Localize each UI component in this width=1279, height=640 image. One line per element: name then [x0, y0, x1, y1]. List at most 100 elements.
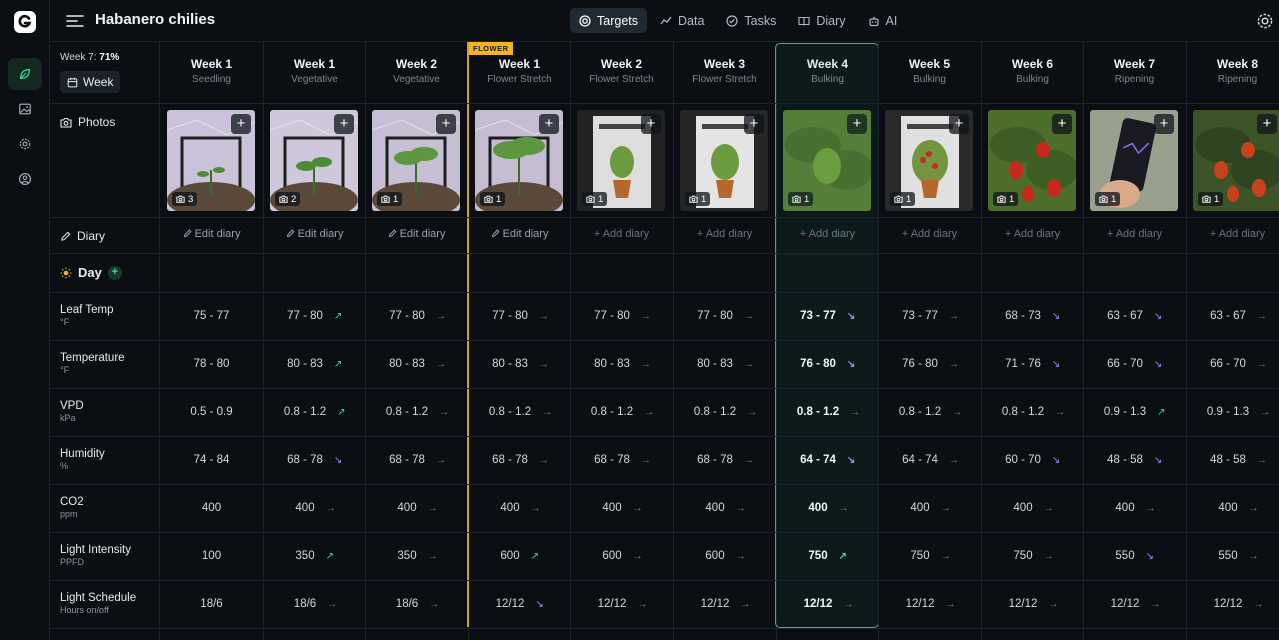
target-cell[interactable]: 0.8 - 1.2 →: [673, 388, 776, 436]
week-photo[interactable]: +1: [680, 110, 768, 211]
add-diary-button[interactable]: + Add diary: [570, 228, 673, 240]
target-cell[interactable]: 74 - 84: [160, 436, 263, 484]
target-cell[interactable]: 600 ↗: [468, 532, 571, 580]
add-photo-button[interactable]: +: [436, 114, 456, 134]
edit-diary-button[interactable]: Edit diary: [468, 228, 571, 240]
tab-tasks[interactable]: Tasks: [717, 8, 785, 33]
add-diary-button[interactable]: + Add diary: [673, 228, 776, 240]
week-header[interactable]: Week 1 Seedling: [160, 57, 263, 85]
target-cell[interactable]: 64 - 74 →: [878, 436, 981, 484]
target-cell[interactable]: 12/12 ↘: [468, 580, 571, 628]
target-cell[interactable]: 68 - 73 ↘: [981, 292, 1084, 340]
add-photo-button[interactable]: +: [1154, 114, 1174, 134]
rail-plants-button[interactable]: [8, 58, 42, 90]
target-cell[interactable]: 68 - 78 ↘: [263, 436, 366, 484]
target-cell[interactable]: 400 →: [1186, 484, 1279, 532]
week-photo[interactable]: +1: [1090, 110, 1178, 211]
week-header[interactable]: Week 7 Ripening: [1083, 57, 1186, 85]
target-cell[interactable]: 12/12 →: [1186, 580, 1279, 628]
week-view-button[interactable]: Week: [60, 71, 121, 93]
target-cell[interactable]: 80 - 83 →: [468, 340, 571, 388]
add-diary-button[interactable]: + Add diary: [878, 228, 981, 240]
week-photo[interactable]: +1: [988, 110, 1076, 211]
target-cell[interactable]: 77 - 80 →: [673, 292, 776, 340]
target-cell[interactable]: 80 - 83 ↗: [263, 340, 366, 388]
tab-targets[interactable]: Targets: [570, 8, 647, 33]
target-cell[interactable]: 78 - 80: [160, 340, 263, 388]
rail-profile-button[interactable]: [8, 163, 42, 195]
target-cell[interactable]: 60 - 70 ↘: [981, 436, 1084, 484]
target-cell[interactable]: 400 →: [263, 484, 366, 532]
target-cell[interactable]: 12/12 →: [570, 580, 673, 628]
add-photo-button[interactable]: +: [641, 114, 661, 134]
target-cell[interactable]: 68 - 78 →: [365, 436, 468, 484]
target-cell[interactable]: 0.8 - 1.2 →: [468, 388, 571, 436]
target-cell[interactable]: 48 - 58 →: [1186, 436, 1279, 484]
edit-diary-button[interactable]: Edit diary: [365, 228, 468, 240]
edit-diary-button[interactable]: Edit diary: [160, 228, 263, 240]
target-cell[interactable]: 0.8 - 1.2 →: [365, 388, 468, 436]
target-cell[interactable]: 0.8 - 1.2 →: [981, 388, 1084, 436]
target-cell[interactable]: 75 - 77: [160, 292, 263, 340]
target-cell[interactable]: 350 ↗: [263, 532, 366, 580]
target-cell[interactable]: 750 →: [878, 532, 981, 580]
week-photo[interactable]: +1: [475, 110, 563, 211]
target-cell[interactable]: 68 - 78 →: [468, 436, 571, 484]
target-cell[interactable]: 0.9 - 1.3 ↗: [1083, 388, 1186, 436]
rail-settings-button[interactable]: [8, 128, 42, 160]
target-cell[interactable]: 80 - 83 →: [570, 340, 673, 388]
rail-gallery-button[interactable]: [8, 93, 42, 125]
target-cell[interactable]: 68 - 78 →: [570, 436, 673, 484]
week-header[interactable]: Week 6 Bulking: [981, 57, 1084, 85]
add-diary-button[interactable]: + Add diary: [981, 228, 1084, 240]
target-cell[interactable]: 400: [160, 484, 263, 532]
add-diary-button[interactable]: + Add diary: [1186, 228, 1279, 240]
target-cell[interactable]: 77 - 80 →: [468, 292, 571, 340]
target-cell[interactable]: 66 - 70 →: [1186, 340, 1279, 388]
target-cell[interactable]: 0.8 - 1.2 →: [570, 388, 673, 436]
week-header[interactable]: Week 5 Bulking: [878, 57, 981, 85]
target-cell[interactable]: 12/12 →: [878, 580, 981, 628]
week-header[interactable]: Week 1 Flower Stretch: [468, 57, 571, 85]
target-cell[interactable]: 80 - 83 →: [673, 340, 776, 388]
week-photo[interactable]: +1: [577, 110, 665, 211]
edit-diary-button[interactable]: Edit diary: [263, 228, 366, 240]
target-cell[interactable]: 400 →: [1083, 484, 1186, 532]
target-cell[interactable]: 12/12 →: [673, 580, 776, 628]
target-cell[interactable]: 18/6 →: [263, 580, 366, 628]
week-photo[interactable]: +1: [885, 110, 973, 211]
target-cell[interactable]: 63 - 67 ↘: [1083, 292, 1186, 340]
target-cell[interactable]: 77 - 80 ↗: [263, 292, 366, 340]
target-cell[interactable]: 400 →: [365, 484, 468, 532]
target-cell[interactable]: 73 - 77 →: [878, 292, 981, 340]
target-cell[interactable]: 0.9 - 1.3 →: [1186, 388, 1279, 436]
week-header[interactable]: Week 2 Vegetative: [365, 57, 468, 85]
week-header[interactable]: Week 3 Flower Stretch: [673, 57, 776, 85]
add-photo-button[interactable]: +: [1257, 114, 1277, 134]
target-cell[interactable]: 400 →: [468, 484, 571, 532]
target-cell[interactable]: 0.5 - 0.9: [160, 388, 263, 436]
target-cell[interactable]: 400 →: [878, 484, 981, 532]
add-photo-button[interactable]: +: [231, 114, 251, 134]
target-cell[interactable]: 12/12 →: [1083, 580, 1186, 628]
tab-data[interactable]: Data: [651, 8, 713, 33]
target-cell[interactable]: 0.8 - 1.2 ↗: [263, 388, 366, 436]
target-cell[interactable]: 76 - 80 →: [878, 340, 981, 388]
target-cell[interactable]: 18/6: [160, 580, 263, 628]
target-cell[interactable]: 63 - 67 →: [1186, 292, 1279, 340]
target-cell[interactable]: 400 →: [570, 484, 673, 532]
target-cell[interactable]: 550 →: [1186, 532, 1279, 580]
target-cell[interactable]: 600 →: [570, 532, 673, 580]
target-cell[interactable]: 750 →: [981, 532, 1084, 580]
menu-icon[interactable]: [66, 12, 84, 30]
target-cell[interactable]: 80 - 83 →: [365, 340, 468, 388]
target-cell[interactable]: 66 - 70 ↘: [1083, 340, 1186, 388]
target-cell[interactable]: 71 - 76 ↘: [981, 340, 1084, 388]
settings-gear-icon[interactable]: [1255, 11, 1275, 31]
week-header[interactable]: Week 2 Flower Stretch: [570, 57, 673, 85]
add-day-target-button[interactable]: +: [107, 265, 122, 280]
week-photo[interactable]: +1: [372, 110, 460, 211]
target-cell[interactable]: 77 - 80 →: [570, 292, 673, 340]
target-cell[interactable]: 400 →: [673, 484, 776, 532]
app-logo-icon[interactable]: [13, 10, 37, 34]
